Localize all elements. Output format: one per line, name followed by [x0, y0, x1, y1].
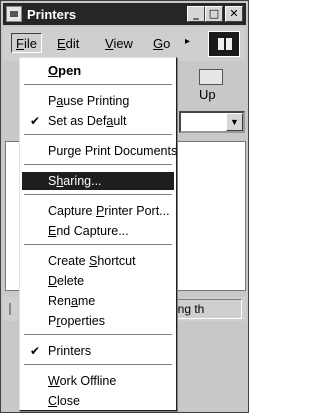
- address-field[interactable]: ▼: [179, 111, 245, 133]
- menu-item-sharing[interactable]: Sharing...: [22, 172, 174, 190]
- menu-item-close[interactable]: Close: [22, 392, 174, 410]
- menu-separator: [24, 334, 172, 336]
- menu-item-pause-printing[interactable]: Pause Printing: [22, 92, 174, 110]
- title-bar[interactable]: Printers _ □ ✕: [3, 3, 246, 25]
- checkmark-icon: ✔: [30, 114, 41, 128]
- menu-edit[interactable]: Edit: [53, 34, 83, 54]
- menu-separator: [24, 194, 172, 196]
- menu-separator: [24, 134, 172, 136]
- menu-item-printers[interactable]: ✔ Printers: [22, 342, 174, 360]
- menu-separator: [24, 244, 172, 246]
- menu-file[interactable]: File: [11, 33, 42, 53]
- menu-item-open[interactable]: Open: [22, 62, 174, 80]
- menu-item-set-as-default[interactable]: ✔ Set as Default: [22, 112, 174, 130]
- chevron-down-icon[interactable]: ▼: [226, 113, 243, 131]
- menu-bar: File Edit View Go ▸: [3, 27, 246, 61]
- printers-window: Printers _ □ ✕ File Edit View Go ▸ Up ▼ …: [0, 0, 249, 413]
- menu-item-create-shortcut[interactable]: Create Shortcut: [22, 252, 174, 270]
- menu-separator: [24, 164, 172, 166]
- menu-separator: [24, 364, 172, 366]
- up-button[interactable]: Up: [191, 65, 231, 105]
- maximize-button[interactable]: □: [205, 6, 223, 22]
- menu-item-rename[interactable]: Rename: [22, 292, 174, 310]
- menu-overflow-chevron-icon[interactable]: ▸: [185, 36, 190, 47]
- file-menu-dropdown: Open Pause Printing ✔ Set as Default Purg…: [19, 57, 177, 411]
- menu-view[interactable]: View: [101, 34, 137, 54]
- printer-folder-icon: [6, 6, 22, 22]
- menu-item-work-offline[interactable]: Work Offline: [22, 372, 174, 390]
- menu-item-purge[interactable]: Purge Print Documents: [22, 142, 177, 160]
- menu-item-capture-printer-port[interactable]: Capture Printer Port...: [22, 202, 174, 220]
- menu-separator: [24, 84, 172, 86]
- close-button[interactable]: ✕: [225, 6, 243, 22]
- window-title: Printers: [27, 6, 77, 22]
- folder-up-icon: [199, 69, 223, 85]
- windows-logo-icon: [208, 31, 240, 57]
- checkmark-icon: ✔: [30, 344, 41, 358]
- menu-item-end-capture[interactable]: End Capture...: [22, 222, 174, 240]
- minimize-button[interactable]: _: [187, 6, 205, 22]
- menu-item-delete[interactable]: Delete: [22, 272, 174, 290]
- up-label: Up: [199, 87, 216, 102]
- status-text: ing th: [172, 299, 242, 319]
- status-grip-icon: [9, 303, 17, 315]
- menu-go[interactable]: Go: [149, 34, 174, 54]
- menu-item-properties[interactable]: Properties: [22, 312, 174, 330]
